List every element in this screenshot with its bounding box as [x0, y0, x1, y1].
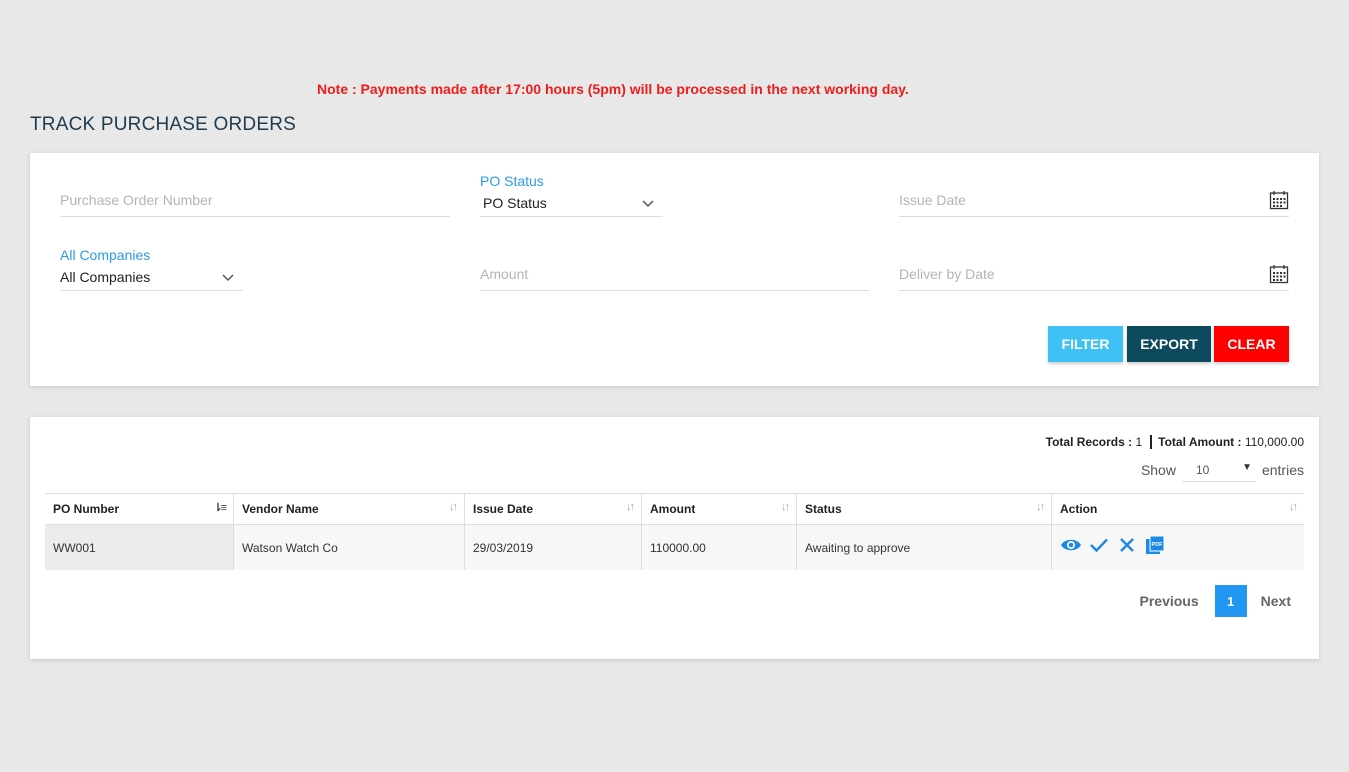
check-icon[interactable]	[1088, 534, 1110, 556]
header-label: Amount	[650, 502, 696, 516]
payment-note: Note : Payments made after 17:00 hours (…	[317, 81, 909, 97]
header-label: Vendor Name	[242, 502, 319, 516]
total-amount-value: 110,000.00	[1244, 435, 1304, 449]
filter-panel: Purchase Order Number PO Status PO Statu…	[30, 153, 1319, 386]
entries-value: 10	[1195, 463, 1210, 477]
col-po-number[interactable]: PO Number ⇂≡	[45, 493, 234, 525]
eye-icon[interactable]	[1060, 534, 1082, 556]
pdf-icon[interactable]: PDF	[1144, 534, 1166, 556]
po-status-value: PO Status	[483, 195, 547, 211]
cell-actions: PDF	[1051, 524, 1304, 570]
po-number-placeholder: Purchase Order Number	[60, 192, 213, 208]
page-1-button[interactable]: 1	[1214, 585, 1247, 617]
col-amount[interactable]: Amount ↓↑	[641, 493, 797, 525]
sort-ascending-icon: ⇂≡	[213, 502, 227, 514]
svg-text:PDF: PDF	[1152, 542, 1164, 548]
chevron-down-icon	[222, 274, 234, 282]
cell-issue-date: 29/03/2019	[464, 524, 642, 570]
col-status[interactable]: Status ↓↑	[796, 493, 1052, 525]
page-title: TRACK PURCHASE ORDERS	[30, 114, 297, 135]
header-label: Issue Date	[473, 502, 534, 516]
cell-vendor-name: Watson Watch Co	[233, 524, 465, 570]
table-row: WW001 Watson Watch Co 29/03/2019 110000.…	[45, 524, 1304, 570]
amount-field[interactable]: Amount	[480, 256, 869, 291]
show-label: Show	[1140, 461, 1176, 478]
chevron-down-icon	[642, 200, 654, 208]
filter-button[interactable]: FILTER	[1048, 326, 1123, 362]
sort-icon: ↓↑	[449, 501, 458, 513]
header-label: PO Number	[53, 502, 120, 516]
sort-icon: ↓↑	[781, 501, 790, 513]
caret-down-icon: ▼	[1242, 462, 1252, 473]
cell-status: Awaiting to approve	[796, 524, 1052, 570]
results-panel: Total Records : 1 Total Amount : 110,000…	[30, 417, 1319, 659]
close-icon[interactable]	[1116, 534, 1138, 556]
total-records-value: 1	[1135, 435, 1143, 449]
cell-amount: 110000.00	[641, 524, 797, 570]
deliver-by-placeholder: Deliver by Date	[899, 266, 995, 282]
clear-button[interactable]: CLEAR	[1214, 326, 1289, 362]
table-header-row: PO Number ⇂≡ Vendor Name ↓↑ Issue Date ↓↑ A…	[45, 493, 1304, 525]
deliver-by-date-field[interactable]: Deliver by Date	[899, 256, 1289, 291]
po-status-select[interactable]: PO Status	[480, 192, 663, 217]
issue-date-placeholder: Issue Date	[899, 192, 966, 208]
entries-label: entries	[1261, 461, 1304, 478]
entries-select[interactable]: 10 ▼	[1181, 457, 1256, 482]
next-page-button[interactable]: Next	[1261, 593, 1291, 609]
totals-summary: Total Records : 1 Total Amount : 110,000…	[1046, 435, 1304, 449]
cell-po-number: WW001	[45, 524, 234, 570]
header-label: Status	[805, 502, 842, 516]
sort-icon: ↓↑	[1036, 501, 1045, 513]
previous-page-button[interactable]: Previous	[1140, 593, 1199, 609]
col-vendor-name[interactable]: Vendor Name ↓↑	[233, 493, 465, 525]
pagination: Previous 1 Next	[1140, 585, 1291, 617]
purchase-orders-table: PO Number ⇂≡ Vendor Name ↓↑ Issue Date ↓↑ A…	[45, 493, 1304, 570]
divider	[1150, 435, 1153, 449]
total-amount-label: Total Amount :	[1158, 435, 1242, 449]
po-number-field[interactable]: Purchase Order Number	[60, 182, 450, 217]
entries-control: Show 10 ▼ entries	[1141, 457, 1304, 482]
companies-value: All Companies	[60, 269, 151, 285]
companies-select[interactable]: All Companies	[60, 266, 243, 291]
total-records-label: Total Records :	[1045, 435, 1133, 449]
col-issue-date[interactable]: Issue Date ↓↑	[464, 493, 642, 525]
header-label: Action	[1060, 502, 1098, 516]
export-button[interactable]: EXPORT	[1127, 326, 1211, 362]
amount-placeholder: Amount	[480, 266, 529, 282]
sort-icon: ↓↑	[626, 501, 635, 513]
calendar-icon[interactable]	[1269, 264, 1289, 284]
issue-date-field[interactable]: Issue Date	[899, 182, 1289, 217]
companies-label: All Companies	[60, 247, 151, 263]
sort-icon: ↓↑	[1289, 501, 1298, 513]
col-action[interactable]: Action ↓↑	[1051, 493, 1304, 525]
calendar-icon[interactable]	[1269, 190, 1289, 210]
po-status-label: PO Status	[480, 173, 544, 189]
